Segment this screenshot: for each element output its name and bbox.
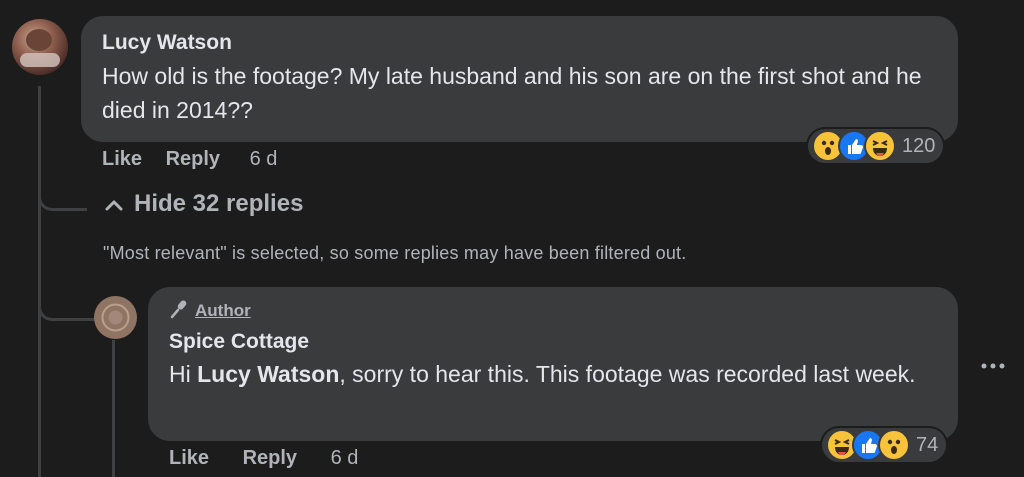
avatar[interactable] — [94, 296, 137, 339]
reply-button[interactable]: Reply — [166, 148, 220, 170]
thread-connector-reply — [38, 290, 97, 321]
comment-text: How old is the footage? My late husband … — [102, 63, 922, 123]
thread-line-reply — [112, 340, 115, 477]
previous-comment-actions — [150, 0, 230, 2]
timestamp[interactable]: 6 d — [331, 447, 359, 469]
chevron-up-icon — [104, 191, 124, 219]
thread-connector-toggle — [38, 180, 87, 211]
author-badge-label: Author — [195, 300, 251, 320]
microphone-icon — [169, 299, 189, 324]
reaction-summary[interactable]: 120 — [808, 129, 944, 163]
hide-replies-button[interactable]: Hide 32 replies — [104, 190, 303, 219]
reply-actions: Like Reply 6 d — [169, 447, 358, 470]
comment-actions: Like Reply 6 d — [102, 148, 277, 171]
filter-notice: "Most relevant" is selected, so some rep… — [103, 243, 687, 263]
reply-button[interactable]: Reply — [243, 447, 297, 469]
mention-link[interactable]: Lucy Watson — [197, 361, 339, 387]
thread-line-main — [38, 86, 41, 477]
haha-emoji-icon — [864, 130, 896, 162]
more-options-icon[interactable] — [980, 350, 1006, 376]
reaction-count: 120 — [902, 134, 936, 157]
avatar[interactable] — [12, 19, 68, 75]
wow-emoji-icon — [878, 429, 910, 461]
reaction-count: 74 — [916, 433, 939, 456]
reply-text-suffix: , sorry to hear this. This footage was r… — [339, 361, 916, 387]
reply-text: Hi Lucy Watson, sorry to hear this. This… — [169, 357, 939, 391]
hide-replies-label: Hide 32 replies — [134, 190, 304, 217]
reply-author[interactable]: Spice Cottage — [169, 330, 309, 354]
reply-text-prefix: Hi — [169, 361, 198, 387]
timestamp[interactable]: 6 d — [250, 148, 278, 170]
author-badge: Author — [169, 299, 251, 324]
reaction-summary[interactable]: 74 — [822, 428, 947, 462]
comment-author[interactable]: Lucy Watson — [102, 31, 232, 55]
like-button[interactable]: Like — [169, 447, 209, 469]
like-button[interactable]: Like — [102, 148, 142, 170]
